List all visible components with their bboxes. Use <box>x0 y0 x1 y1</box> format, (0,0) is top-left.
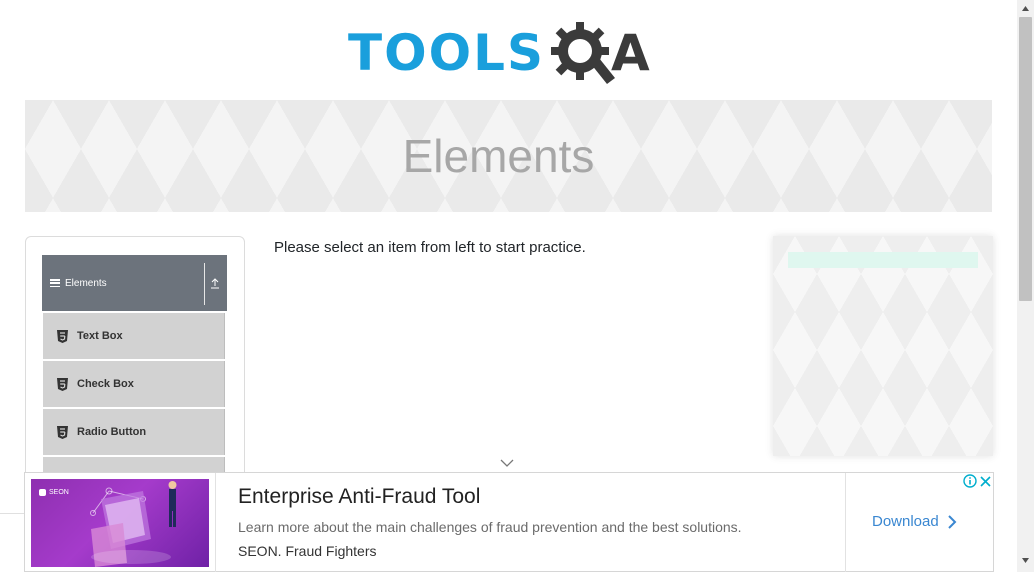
ad-description[interactable]: Learn more about the main challenges of … <box>238 519 742 535</box>
html5-icon <box>57 329 68 343</box>
ad-source[interactable]: SEON. Fraud Fighters <box>238 543 377 559</box>
hamburger-icon <box>50 279 60 287</box>
scroll-up-arrow-icon[interactable] <box>1021 5 1030 12</box>
info-icon[interactable] <box>963 474 977 488</box>
ad-illustration <box>90 481 177 567</box>
scrollbar-thumb[interactable] <box>1019 17 1032 301</box>
menu-item-label: Check Box <box>77 378 134 390</box>
page-title: Elements <box>402 130 595 182</box>
html5-icon <box>57 425 68 439</box>
close-icon[interactable] <box>979 475 992 488</box>
chevron-right-icon <box>948 514 957 529</box>
ad-divider <box>845 473 846 572</box>
toolsqa-logo[interactable]: TOOLS A <box>348 14 672 92</box>
instruction-text: Please select an item from left to start… <box>274 239 586 256</box>
bottom-ad-banner[interactable]: SEON Enterprise Anti-Fraud Tool Learn mo… <box>24 472 994 572</box>
ad-choices[interactable] <box>963 474 992 488</box>
page: TOOLS A Elements Elements Text Box Check… <box>0 0 1034 572</box>
logo-tools-text: TOOLS <box>348 24 545 82</box>
divider-line <box>0 513 24 514</box>
html5-icon <box>57 377 68 391</box>
ad-download-label: Download <box>872 513 939 530</box>
menu-item-text-box[interactable]: Text Box <box>43 313 225 359</box>
group-header-label: Elements <box>65 277 107 289</box>
menu-item-label: Text Box <box>77 330 123 342</box>
gear-magnifier-icon <box>551 22 615 84</box>
side-ad-bar <box>788 252 978 268</box>
menu-item-radio-button[interactable]: Radio Button <box>43 409 225 455</box>
page-banner: Elements <box>25 100 992 212</box>
scroll-down-arrow-icon[interactable] <box>1021 557 1030 564</box>
side-ad-placeholder[interactable] <box>773 236 993 456</box>
ad-image[interactable]: SEON <box>31 479 209 567</box>
ad-divider <box>215 473 216 572</box>
group-header-elements[interactable]: Elements <box>42 255 227 311</box>
menu-item-label: Radio Button <box>77 426 147 438</box>
header-divider <box>204 263 205 305</box>
logo-a-text: A <box>611 24 650 82</box>
menu-item-check-box[interactable]: Check Box <box>43 361 225 407</box>
ad-download-button[interactable]: Download <box>872 513 957 530</box>
ad-title[interactable]: Enterprise Anti-Fraud Tool <box>238 485 480 509</box>
page-scrollbar[interactable] <box>1017 0 1034 572</box>
arrow-up-icon[interactable] <box>210 277 220 289</box>
chevron-down-icon <box>500 459 514 467</box>
